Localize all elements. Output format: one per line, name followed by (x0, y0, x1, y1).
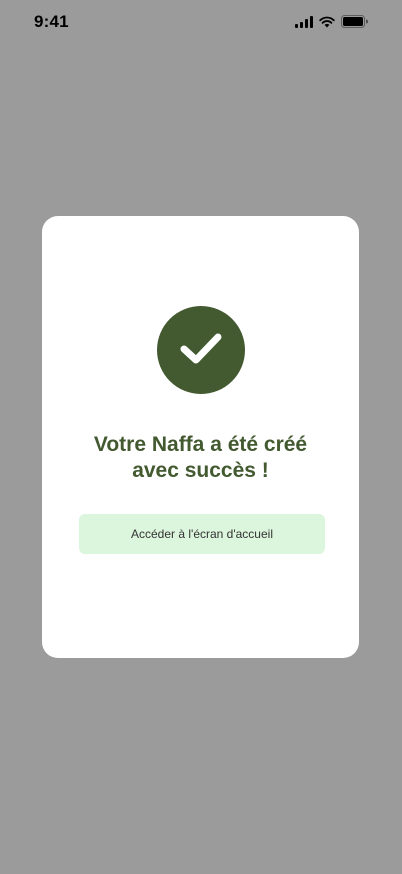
status-time: 9:41 (34, 12, 69, 31)
status-icons (295, 15, 368, 33)
status-bar: 9:41 (0, 0, 402, 44)
success-dialog: Votre Naffa a été créé avec succès ! Acc… (42, 216, 359, 658)
wifi-icon (319, 15, 335, 33)
go-home-button-label: Accéder à l'écran d'accueil (131, 527, 273, 541)
success-title-line2: avec succès ! (132, 459, 269, 482)
success-title: Votre Naffa a été créé avec succès ! (42, 432, 359, 484)
signal-icon (295, 15, 313, 33)
battery-icon (341, 15, 368, 33)
success-title-line1: Votre Naffa a été créé (93, 433, 308, 456)
go-home-button[interactable]: Accéder à l'écran d'accueil (79, 514, 325, 554)
check-icon (176, 328, 226, 373)
success-badge (157, 306, 245, 394)
